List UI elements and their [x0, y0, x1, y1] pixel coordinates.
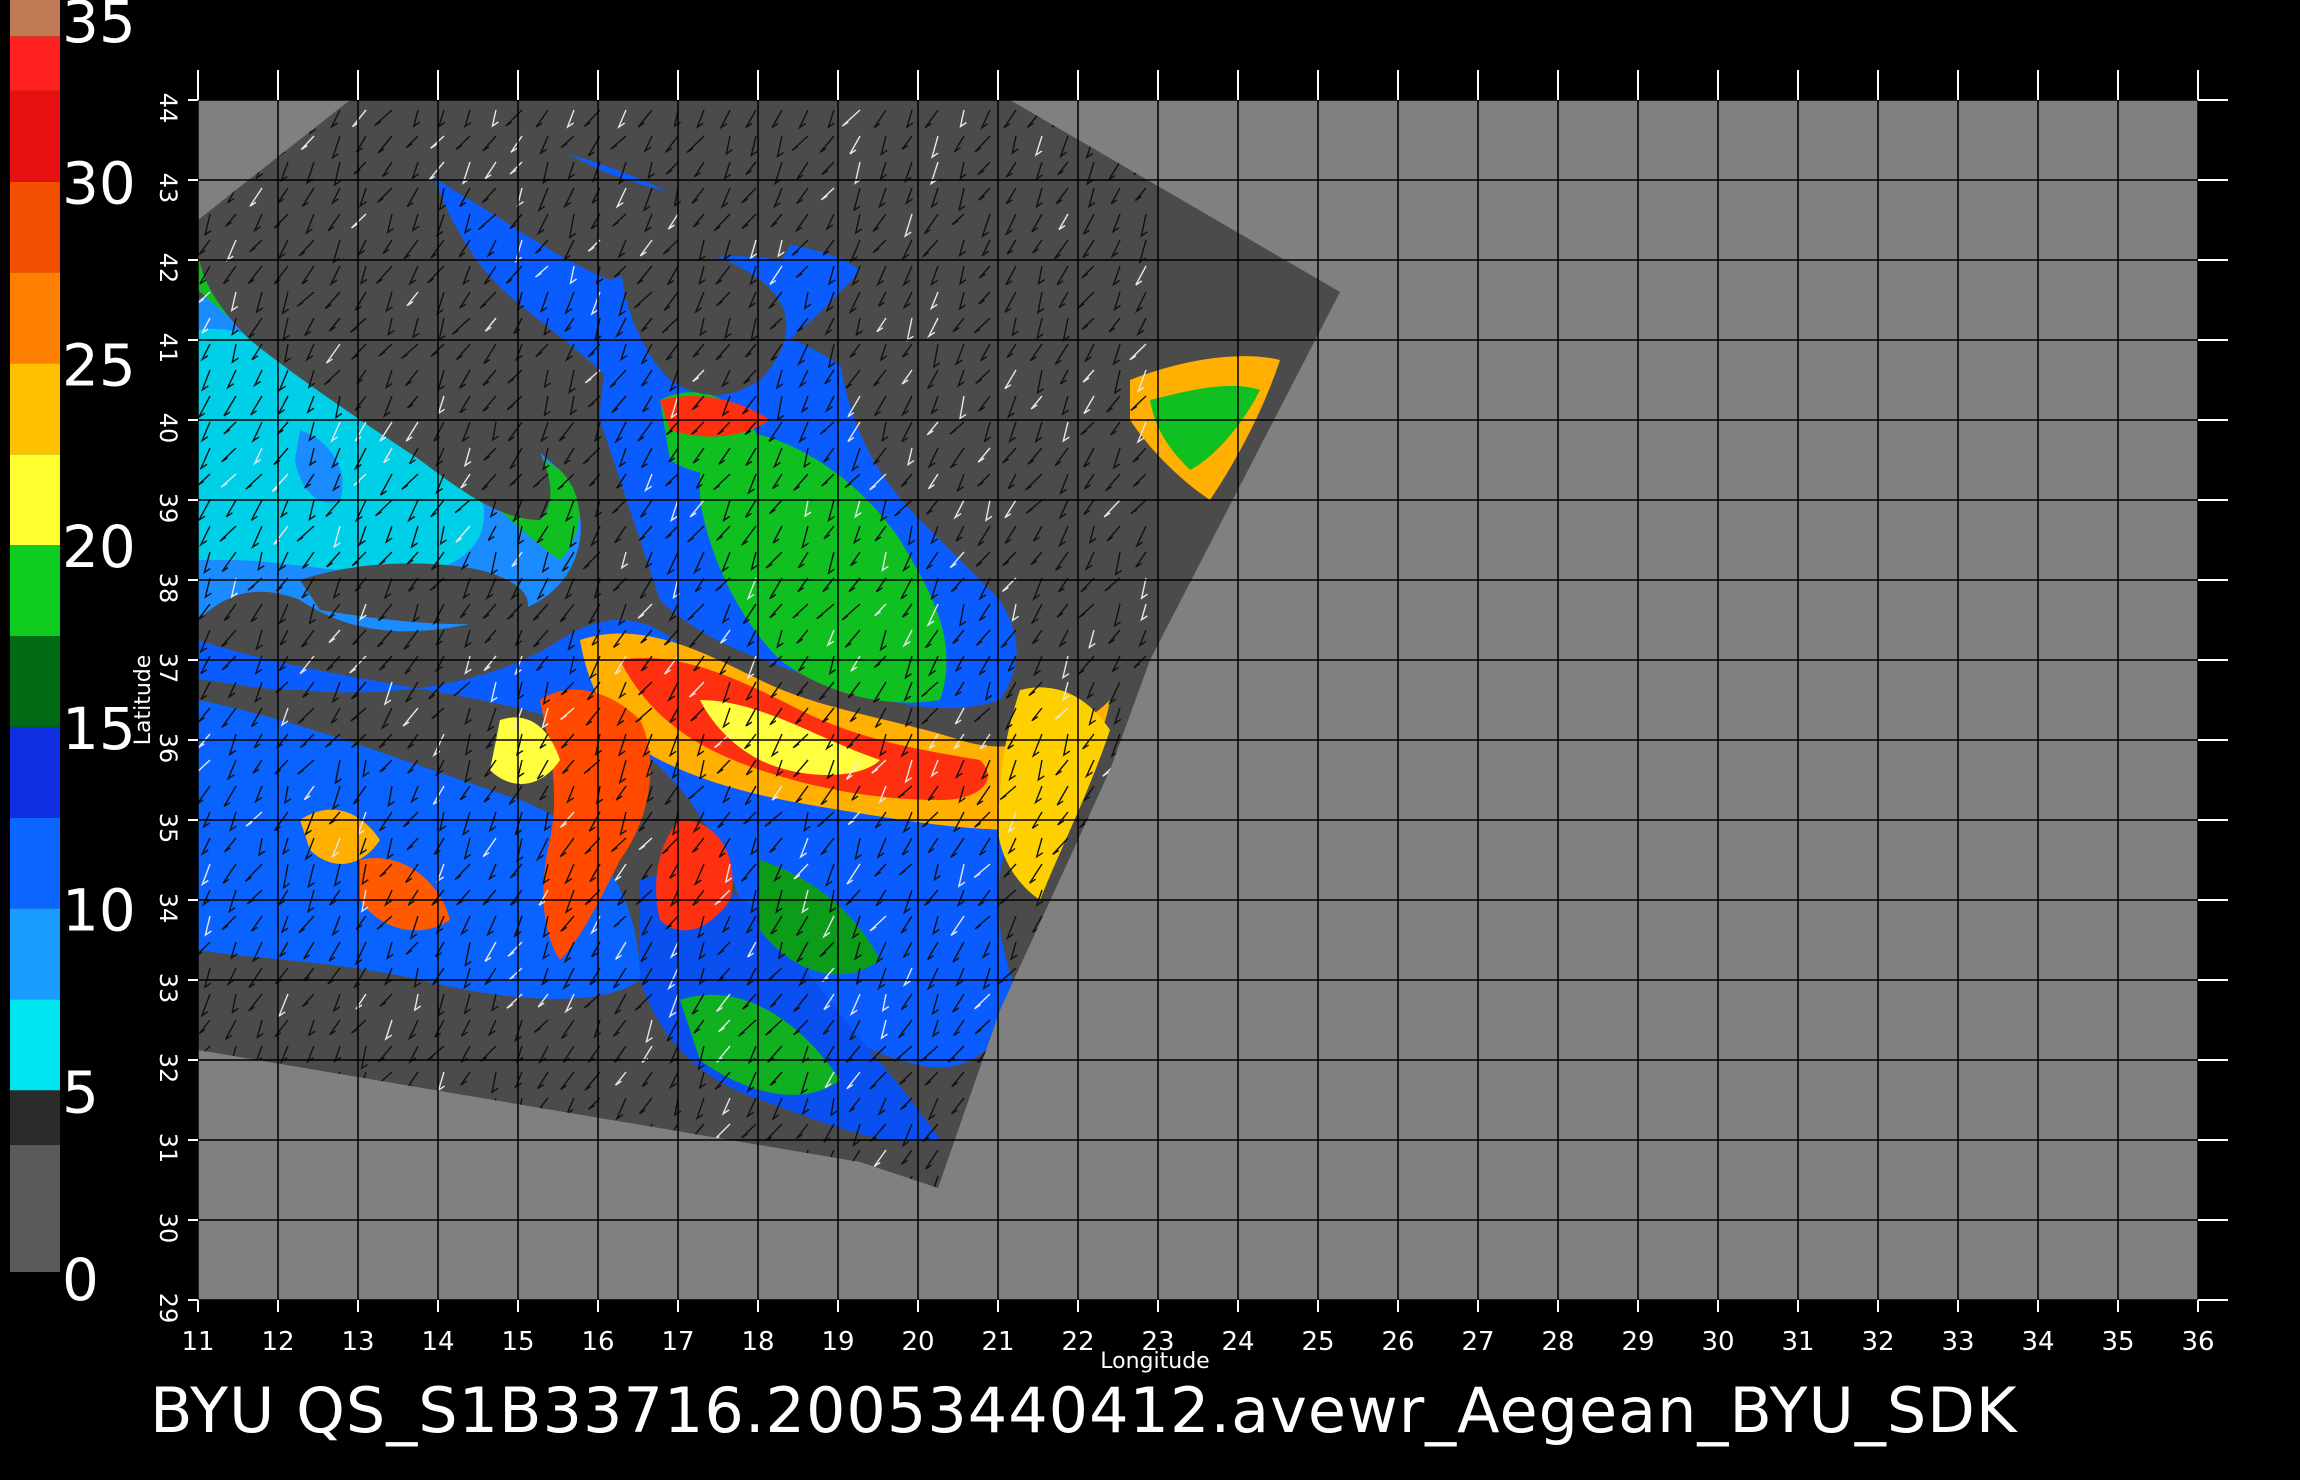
colorbar-tick-label: 15 [62, 695, 136, 763]
y-tick-label: 39 [154, 493, 182, 524]
y-tick-label: 43 [154, 173, 182, 204]
x-tick-label: 11 [181, 1327, 214, 1357]
x-tick-label: 22 [1061, 1327, 1094, 1357]
y-tick-label: 31 [154, 1133, 182, 1164]
colorbar-segment [10, 1144, 60, 1272]
x-tick-label: 13 [341, 1327, 374, 1357]
y-tick-label: 44 [154, 93, 182, 124]
y-tick-label: 40 [154, 413, 182, 444]
colorbar-tick-labels: 0 5 10 15 20 25 30 35 [62, 0, 136, 1314]
y-tick-label: 29 [154, 1293, 182, 1324]
y-tick-label: 33 [154, 973, 182, 1004]
x-tick-label: 14 [421, 1327, 454, 1357]
map-canvas: 0 5 10 15 20 25 30 35 11 12 13 14 15 16 17 18 1… [10, 0, 2228, 1447]
x-tick-label: 21 [981, 1327, 1014, 1357]
colorbar-segment [10, 726, 60, 818]
colorbar-segment [10, 545, 60, 636]
y-axis-label: Latitude [131, 655, 156, 746]
colorbar-segment [10, 908, 60, 1000]
x-tick-label: 18 [741, 1327, 774, 1357]
x-tick-label: 30 [1701, 1327, 1734, 1357]
colorbar-segment [10, 181, 60, 273]
colorbar-tick-label: 25 [62, 331, 136, 399]
x-tick-label: 29 [1621, 1327, 1654, 1357]
x-tick-label: 25 [1301, 1327, 1334, 1357]
colorbar-segment [10, 272, 60, 364]
colorbar-segment [10, 363, 60, 455]
y-tick-label: 36 [154, 733, 182, 764]
x-axis-label: Longitude [1100, 1349, 1209, 1374]
x-tick-label: 26 [1381, 1327, 1414, 1357]
colorbar-segment [10, 999, 60, 1091]
x-tick-label: 33 [1941, 1327, 1974, 1357]
colorbar-segment [10, 90, 60, 182]
colorbar-tick-label: 30 [62, 150, 136, 218]
colorbar-tick-label: 20 [62, 513, 136, 581]
colorbar-segment [10, 817, 60, 909]
colorbar-segment [10, 36, 60, 91]
x-tick-label: 17 [661, 1327, 694, 1357]
y-tick-label: 42 [154, 253, 182, 284]
colorbar-tick-label: 35 [62, 0, 136, 56]
x-tick-label: 16 [581, 1327, 614, 1357]
x-tick-label: 36 [2181, 1327, 2214, 1357]
y-tick-label: 35 [154, 813, 182, 844]
x-tick-label: 27 [1461, 1327, 1494, 1357]
image-caption: BYU QS_S1B33716.20053440412.avewr_Aegean… [150, 1374, 2018, 1447]
x-tick-label: 28 [1541, 1327, 1574, 1357]
y-tick-label: 30 [154, 1213, 182, 1244]
colorbar-segment [10, 636, 60, 727]
x-tick-label: 34 [2021, 1327, 2054, 1357]
colorbar-tick-label: 5 [62, 1058, 99, 1126]
latitude-tick-labels: 29 30 31 32 33 34 35 36 37 38 39 40 41 42 43 44 [154, 93, 182, 1324]
x-tick-label: 32 [1861, 1327, 1894, 1357]
colorbar-segment [10, 0, 60, 37]
colorbar-segment [10, 454, 60, 546]
x-tick-label: 12 [261, 1327, 294, 1357]
y-tick-label: 34 [154, 893, 182, 924]
x-tick-label: 19 [821, 1327, 854, 1357]
colorbar [10, 0, 60, 1272]
x-tick-label: 15 [501, 1327, 534, 1357]
y-tick-label: 32 [154, 1053, 182, 1084]
y-tick-label: 38 [154, 573, 182, 604]
x-tick-label: 24 [1221, 1327, 1254, 1357]
x-tick-label: 20 [901, 1327, 934, 1357]
x-tick-label: 35 [2101, 1327, 2134, 1357]
colorbar-segment [10, 1090, 60, 1145]
x-tick-label: 31 [1781, 1327, 1814, 1357]
y-tick-label: 41 [154, 333, 182, 364]
colorbar-tick-label: 0 [62, 1246, 99, 1314]
scatterometer-wind-map: 0 5 10 15 20 25 30 35 11 12 13 14 15 16 … [0, 0, 2300, 1480]
y-tick-label: 37 [154, 653, 182, 684]
colorbar-tick-label: 10 [62, 877, 136, 945]
